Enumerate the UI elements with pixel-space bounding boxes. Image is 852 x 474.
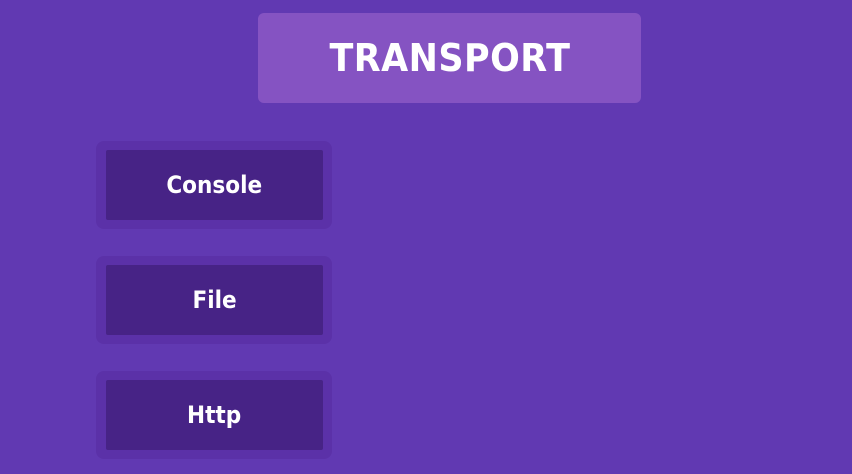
transport-item-http[interactable]: Http: [96, 371, 332, 459]
transport-item-file-body[interactable]: File: [106, 265, 323, 335]
transport-item-console-body[interactable]: Console: [106, 150, 323, 220]
transport-item-label: Console: [166, 171, 263, 199]
title-banner: TRANSPORT: [258, 13, 641, 103]
transport-item-http-body[interactable]: Http: [106, 380, 323, 450]
page-title: TRANSPORT: [329, 36, 570, 80]
transport-item-label: Http: [187, 401, 242, 429]
transport-item-label: File: [192, 286, 237, 314]
transport-item-file[interactable]: File: [96, 256, 332, 344]
transport-item-console[interactable]: Console: [96, 141, 332, 229]
